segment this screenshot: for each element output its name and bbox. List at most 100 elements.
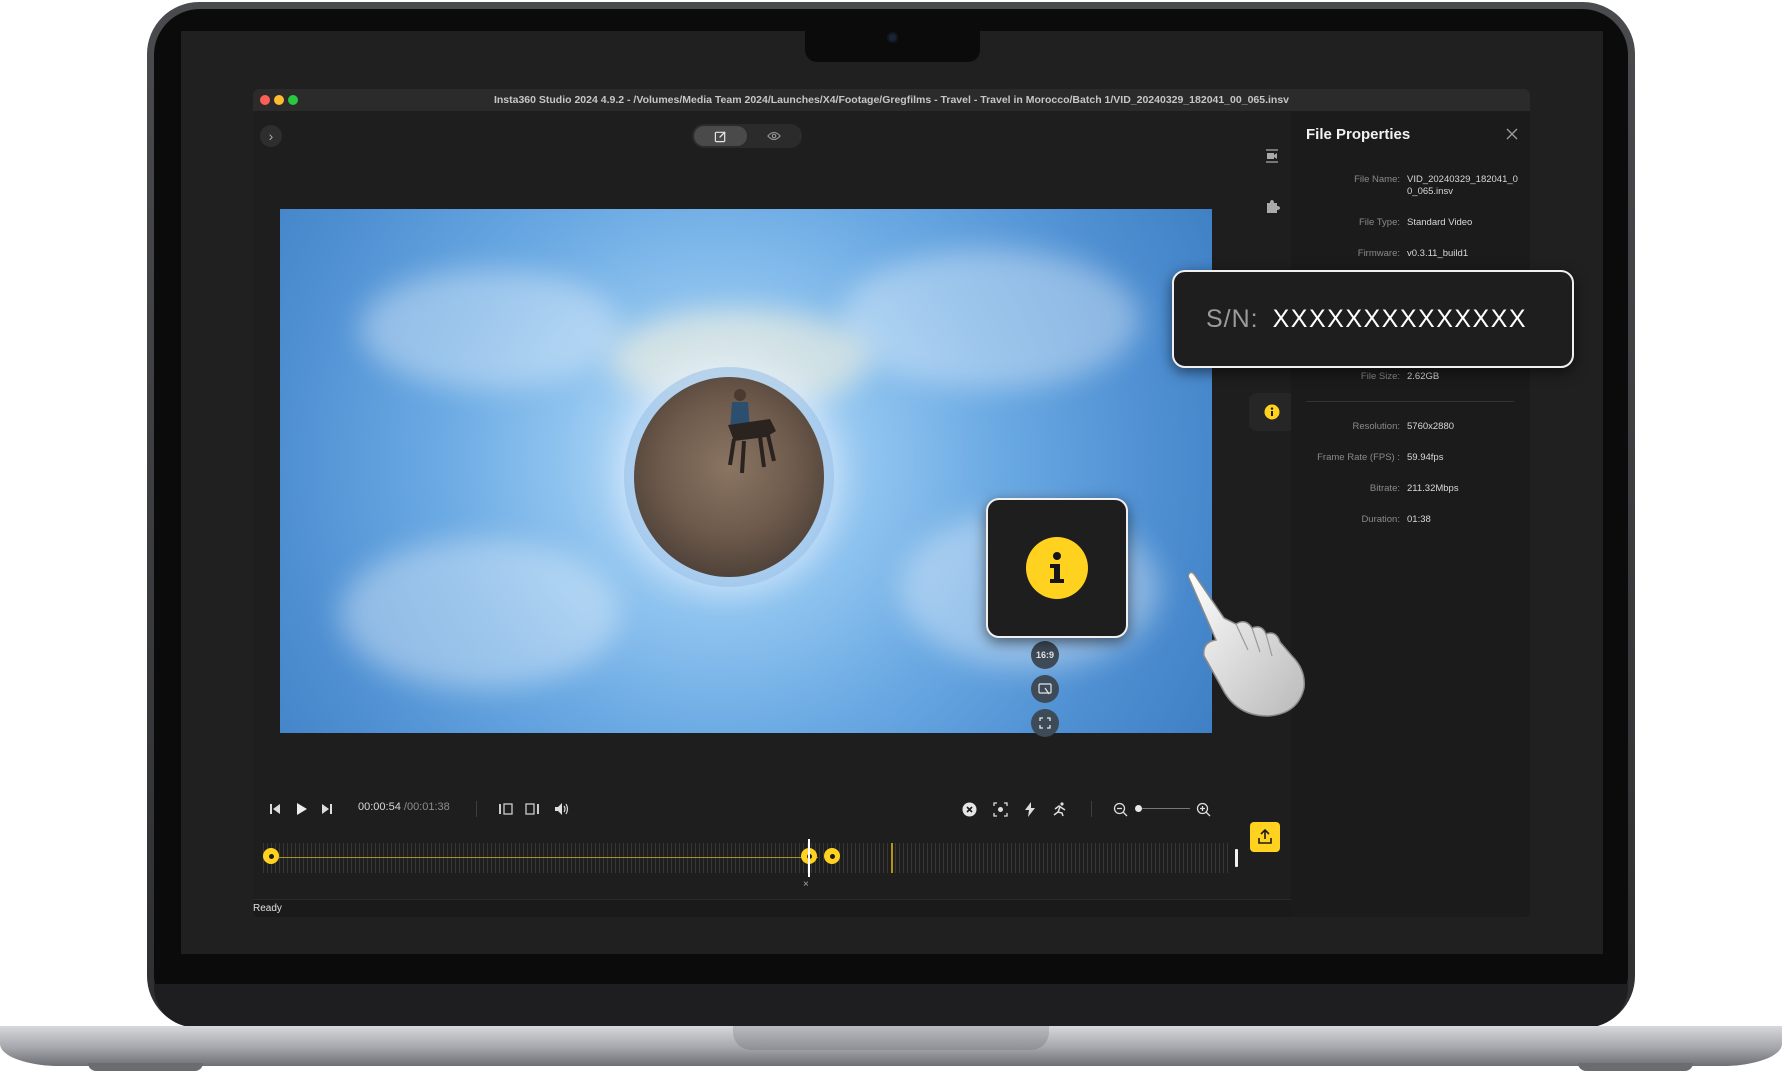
zoom-out-button[interactable]: [1110, 799, 1130, 819]
serial-label: S/N:: [1206, 304, 1259, 333]
mode-toggle: [692, 124, 802, 148]
zoom-slider-handle[interactable]: [1135, 805, 1142, 812]
title-bar: Insta360 Studio 2024 4.9.2 - /Volumes/Me…: [253, 89, 1530, 111]
zoom-in-icon: [1196, 802, 1210, 816]
prop-key: File Size:: [1360, 371, 1400, 382]
prop-value: Standard Video: [1407, 217, 1473, 228]
playhead[interactable]: [808, 839, 810, 877]
chevron-right-icon: ›: [268, 128, 274, 144]
laptop-chin: [154, 984, 1628, 1027]
playback-controls: 00:00:54 /00:01:38: [253, 791, 1291, 827]
side-tool-rail: [1249, 111, 1295, 899]
total-time: /00:01:38: [403, 801, 450, 813]
fullscreen-button[interactable]: [1031, 709, 1059, 737]
prop-key: Resolution:: [1352, 421, 1400, 432]
prop-key: Firmware:: [1357, 248, 1400, 259]
close-icon[interactable]: ×: [803, 879, 809, 890]
current-time: 00:00:54: [358, 801, 401, 813]
zoom-window-button[interactable]: [288, 95, 298, 105]
motion-button[interactable]: [1050, 799, 1070, 819]
skip-back-icon: [270, 804, 280, 814]
serial-value: XXXXXXXXXXXXXX: [1272, 304, 1528, 333]
prop-value: 01:38: [1407, 514, 1431, 525]
timeline-ticks: [263, 843, 1228, 873]
trim-end-icon: [525, 803, 539, 815]
keyframe-marker[interactable]: [263, 848, 279, 864]
panel-title: File Properties: [1306, 126, 1411, 143]
remove-button[interactable]: [959, 799, 979, 819]
zoom-out-icon: [1113, 802, 1127, 816]
skip-back-button[interactable]: [265, 799, 285, 819]
prop-value: VID_20240329_182041_00_065.insv: [1407, 174, 1518, 197]
prop-value: 211.32Mbps: [1407, 483, 1459, 494]
running-person-icon: [1053, 801, 1066, 816]
prop-value: 2.62GB: [1407, 371, 1440, 382]
skip-forward-icon: [322, 804, 332, 814]
webcam-icon: [887, 32, 898, 43]
minimize-window-button[interactable]: [274, 95, 284, 105]
speed-ramp-button[interactable]: [1020, 799, 1040, 819]
lightning-icon: [1025, 801, 1035, 817]
trim-end-button[interactable]: [523, 799, 543, 819]
laptop-foot: [88, 1063, 203, 1071]
timeline-end-handle[interactable]: [1235, 849, 1238, 867]
play-icon: [296, 803, 307, 815]
window-title: Insta360 Studio 2024 4.9.2 - /Volumes/Me…: [493, 94, 1290, 106]
serial-number-callout: S/N: XXXXXXXXXXXXXX: [1172, 270, 1574, 368]
trim-start-button[interactable]: [496, 799, 516, 819]
info-glyph: [1050, 552, 1064, 583]
timeline[interactable]: ×: [263, 839, 1238, 890]
preview-mode-tab[interactable]: [747, 126, 800, 146]
laptop-lip: [733, 1026, 1049, 1050]
trim-start-icon: [499, 803, 513, 815]
clip-marker: [891, 843, 893, 873]
rail-info-button[interactable]: [1249, 393, 1295, 431]
reframe-button[interactable]: [1031, 675, 1059, 703]
skip-forward-button[interactable]: [317, 799, 337, 819]
divider: [476, 801, 477, 817]
status-bar: Ready: [253, 899, 1291, 917]
fullscreen-icon: [1039, 717, 1051, 729]
video-preview[interactable]: [280, 209, 1212, 733]
prop-value: 5760x2880: [1407, 421, 1455, 432]
focus-track-icon: [992, 801, 1008, 817]
prop-key: File Name:: [1354, 174, 1400, 185]
edit-mode-tab[interactable]: [694, 126, 747, 146]
eye-icon: [766, 131, 781, 141]
deep-track-button[interactable]: [990, 799, 1010, 819]
reframe-icon: [1038, 683, 1052, 695]
play-button[interactable]: [291, 799, 311, 819]
time-display: 00:00:54 /00:01:38: [358, 801, 450, 813]
aspect-ratio-label: 16:9: [1035, 650, 1054, 660]
close-icon[interactable]: [1504, 126, 1520, 142]
aspect-ratio-button[interactable]: 16:9: [1031, 641, 1059, 669]
info-icon: [1264, 404, 1280, 420]
cloud-shape: [360, 269, 620, 389]
cloud-shape: [340, 539, 620, 689]
rail-plugin-button[interactable]: [1253, 187, 1291, 225]
close-circle-icon: [962, 802, 976, 816]
horse-rider-figure: [728, 389, 776, 474]
prop-value: v0.3.11_build1: [1407, 248, 1469, 259]
rail-stabilize-button[interactable]: [1253, 137, 1291, 175]
info-icon-callout: [986, 498, 1128, 638]
file-properties-panel: File Properties File Name: VID_20240329_…: [1291, 111, 1530, 917]
editor-main: › 16:9 00:00:54 /00:01:38 ×: [253, 111, 1291, 899]
close-window-button[interactable]: [260, 95, 270, 105]
prop-key: File Type:: [1358, 217, 1400, 228]
zoom-slider-track[interactable]: [1138, 808, 1190, 809]
prop-key: Bitrate:: [1369, 483, 1400, 494]
laptop-foot: [1578, 1063, 1693, 1071]
prop-key: Frame Rate (FPS) :: [1317, 452, 1400, 463]
status-text: Ready: [253, 903, 282, 914]
zoom-in-button[interactable]: [1193, 799, 1213, 819]
cloud-shape: [840, 249, 1140, 389]
keyframe-marker[interactable]: [824, 848, 840, 864]
volume-button[interactable]: [552, 799, 572, 819]
volume-icon: [555, 803, 569, 815]
prop-key: Duration:: [1361, 514, 1400, 525]
expand-sidebar-button[interactable]: ›: [260, 125, 282, 147]
camera-stabilize-icon: [1266, 149, 1278, 163]
info-icon: [1026, 537, 1088, 599]
plugin-icon: [1267, 200, 1280, 213]
